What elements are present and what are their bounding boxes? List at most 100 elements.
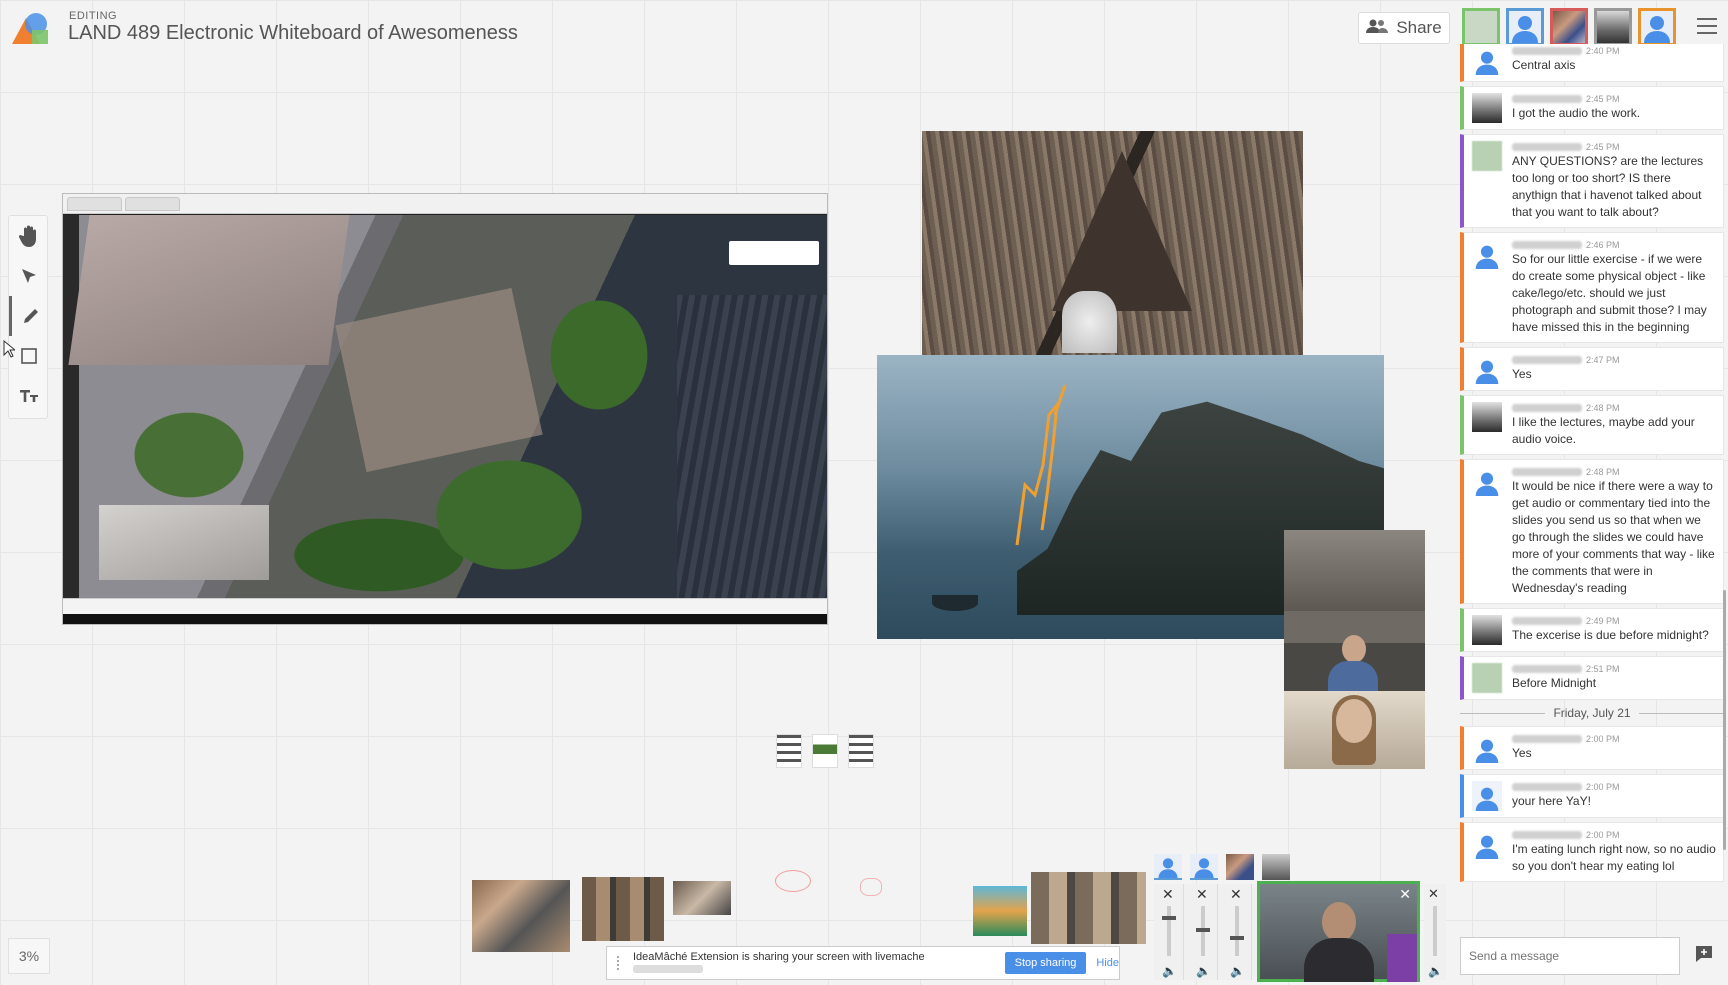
volume-controls: ✕ 🔈 xyxy=(1424,884,1446,980)
webcam-feed xyxy=(1284,691,1425,769)
participant-avatar[interactable] xyxy=(1190,854,1218,880)
speaker-icon[interactable]: 🔈 xyxy=(1230,964,1245,978)
rectangle-icon[interactable] xyxy=(9,336,49,376)
ideamache-logo[interactable] xyxy=(10,10,52,46)
close-icon[interactable]: ✕ xyxy=(1399,886,1411,903)
browser-tab-bar xyxy=(63,194,827,214)
hamburger-menu-icon[interactable] xyxy=(1697,18,1717,34)
sender-name xyxy=(1512,665,1582,673)
image-cluster[interactable] xyxy=(973,886,1027,936)
drawing-toolbar xyxy=(8,215,48,419)
thumbnail[interactable] xyxy=(776,734,802,768)
drag-handle[interactable] xyxy=(617,956,623,970)
board-title[interactable]: LAND 489 Electronic Whiteboard of Awesom… xyxy=(68,22,518,45)
message-text: I like the lectures, maybe add your audi… xyxy=(1512,415,1695,446)
close-icon[interactable]: ✕ xyxy=(1196,886,1208,903)
collaborator-avatar[interactable] xyxy=(1550,8,1588,46)
map-sidebar xyxy=(63,215,79,598)
message-text: I got the audio the work. xyxy=(1512,106,1641,120)
close-icon[interactable]: ✕ xyxy=(1428,886,1439,902)
image-cluster[interactable] xyxy=(472,880,570,952)
message-time: 2:49 PM xyxy=(1586,616,1620,626)
image-cluster[interactable] xyxy=(1031,872,1146,944)
share-button[interactable]: Share xyxy=(1358,12,1450,44)
sender-name xyxy=(1512,241,1582,249)
chat-scrollbar[interactable] xyxy=(1723,590,1726,850)
message-meta: 2:51 PM xyxy=(1512,663,1717,675)
hide-link[interactable]: Hide xyxy=(1096,957,1119,969)
message-time: 2:48 PM xyxy=(1586,403,1620,413)
pencil-icon[interactable] xyxy=(9,296,49,336)
sketch-mark[interactable] xyxy=(775,870,811,892)
participant-avatar[interactable] xyxy=(1226,854,1254,880)
user-icon xyxy=(1158,858,1178,878)
sketch-mark[interactable] xyxy=(860,878,882,896)
chat-message: 2:46 PM So for our little exercise - if w… xyxy=(1460,232,1724,343)
volume-slider[interactable] xyxy=(1433,906,1437,956)
message-text: It would be nice if there were a way to … xyxy=(1512,479,1715,595)
avatar xyxy=(1472,93,1502,123)
mouse-cursor-icon xyxy=(3,339,17,363)
message-text: I'm eating lunch right now, so no audio … xyxy=(1512,842,1716,873)
speaker-icon[interactable]: 🔈 xyxy=(1428,964,1443,978)
message-time: 2:00 PM xyxy=(1586,830,1620,840)
participant-avatar[interactable] xyxy=(1262,854,1290,880)
sender-name xyxy=(1512,47,1582,55)
message-time: 2:48 PM xyxy=(1586,467,1620,477)
message-meta: 2:48 PM xyxy=(1512,466,1717,478)
avatar xyxy=(1472,141,1502,171)
message-input[interactable] xyxy=(1460,937,1680,975)
user-icon xyxy=(1194,858,1214,878)
board-image-castle-closeup[interactable] xyxy=(922,131,1303,355)
volume-slider[interactable] xyxy=(1230,906,1244,956)
participant-avatar[interactable] xyxy=(1154,854,1182,880)
message-text: ANY QUESTIONS? are the lectures too long… xyxy=(1512,154,1704,219)
sender-name xyxy=(1512,783,1582,791)
collaborator-avatar[interactable] xyxy=(1594,8,1632,46)
zoom-level[interactable]: 3% xyxy=(8,938,50,974)
user-icon xyxy=(1644,16,1670,43)
speaker-icon[interactable]: 🔈 xyxy=(1162,964,1177,978)
message-text: Central axis xyxy=(1512,58,1576,72)
sender-name xyxy=(1512,735,1582,743)
image-cluster[interactable] xyxy=(673,881,731,915)
user-icon xyxy=(1472,466,1502,496)
chat-message: 2:47 PM Yes xyxy=(1460,347,1724,391)
volume-slider[interactable] xyxy=(1162,906,1176,956)
avatar xyxy=(1472,402,1502,432)
video-call-feed[interactable]: ✕ xyxy=(1257,881,1420,982)
message-meta: 2:00 PM xyxy=(1512,733,1717,745)
chat-message: 2:00 PM your here YaY! xyxy=(1460,774,1724,818)
chat-message: 2:00 PM I'm eating lunch right now, so no… xyxy=(1460,822,1724,882)
thumbnail[interactable] xyxy=(848,734,874,768)
message-meta: 2:46 PM xyxy=(1512,239,1717,251)
message-meta: 2:47 PM xyxy=(1512,354,1717,366)
text-icon[interactable] xyxy=(9,376,49,416)
close-icon[interactable]: ✕ xyxy=(1162,886,1174,903)
sender-name xyxy=(1512,356,1582,364)
people-icon xyxy=(1366,18,1389,39)
thumbnail[interactable] xyxy=(812,734,838,768)
close-icon[interactable]: ✕ xyxy=(1230,886,1242,903)
select-arrow-icon[interactable] xyxy=(9,256,49,296)
volume-slider[interactable] xyxy=(1196,906,1210,956)
thumbnail-cluster[interactable] xyxy=(776,734,874,768)
hand-icon[interactable] xyxy=(9,216,49,256)
image-cluster[interactable] xyxy=(582,877,664,941)
collaborator-avatar[interactable] xyxy=(1506,8,1544,46)
message-meta: 2:49 PM xyxy=(1512,615,1717,627)
stop-sharing-button[interactable]: Stop sharing xyxy=(1004,952,1087,974)
call-participant-avatars xyxy=(1154,854,1290,880)
webcam-feed xyxy=(1284,611,1425,691)
speaker-icon[interactable]: 🔈 xyxy=(1196,964,1211,978)
sender-name xyxy=(1512,831,1582,839)
message-meta: 2:45 PM xyxy=(1512,141,1717,153)
satellite-map-view xyxy=(68,215,827,600)
sender-name xyxy=(1512,468,1582,476)
user-icon xyxy=(1472,781,1502,811)
send-message-icon[interactable] xyxy=(1692,942,1716,966)
board-image-satellite-screenshot[interactable] xyxy=(62,193,828,625)
collaborator-avatar[interactable] xyxy=(1638,8,1676,46)
chat-message: 2:45 PM I got the audio the work. xyxy=(1460,86,1724,130)
collaborator-avatar[interactable] xyxy=(1462,8,1500,46)
